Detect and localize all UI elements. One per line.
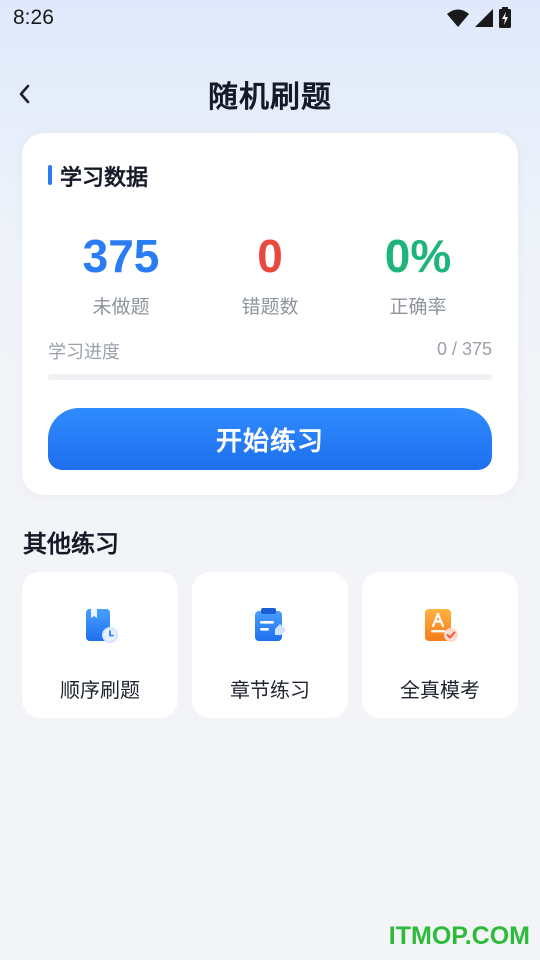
stat-value: 375: [82, 230, 160, 282]
stat-unanswered: 375 未做题: [36, 226, 206, 319]
stat-label: 未做题: [92, 296, 150, 318]
progress-count: 0 / 375: [436, 339, 492, 359]
watermark: ITMOP.COM: [388, 922, 530, 950]
progress-label: 学习进度: [48, 342, 120, 363]
practice-tile-mock-exam[interactable]: 全真模考: [362, 572, 518, 718]
start-practice-button[interactable]: 开始练习: [48, 408, 492, 470]
stat-label: 错题数: [241, 296, 299, 318]
exam-paper-icon: [425, 609, 458, 642]
status-time: 8:26: [13, 6, 54, 29]
battery-charging-icon: [499, 7, 511, 28]
stat-wrong: 0 错题数: [185, 226, 355, 319]
progress-bar: [48, 374, 492, 380]
tile-label: 章节练习: [230, 678, 310, 702]
signal-icon: [475, 9, 493, 27]
practice-tile-sequential[interactable]: 顺序刷题: [22, 572, 178, 718]
card-title-accent: [48, 165, 52, 185]
practice-tile-chapter[interactable]: 章节练习: [192, 572, 348, 718]
tile-label: 全真模考: [400, 678, 480, 702]
card-title: 学习数据: [60, 166, 149, 191]
tile-label: 顺序刷题: [60, 678, 140, 702]
study-data-card: 学习数据 375 未做题 0 错题数 0% 正确率 学习进度 0 / 375 开…: [22, 133, 518, 495]
stat-label: 正确率: [389, 296, 447, 318]
stat-value: 0%: [384, 230, 452, 282]
wifi-icon: [447, 9, 469, 27]
page-title: 随机刷题: [208, 80, 332, 115]
status-icons: [446, 7, 512, 29]
section-title-other-practice: 其他练习: [23, 530, 119, 558]
status-bar: 8:26: [0, 0, 540, 40]
stat-accuracy: 0% 正确率: [333, 226, 503, 319]
notepad-edit-icon: [255, 608, 286, 641]
book-clock-icon: [86, 609, 118, 643]
stat-value: 0: [257, 230, 283, 282]
